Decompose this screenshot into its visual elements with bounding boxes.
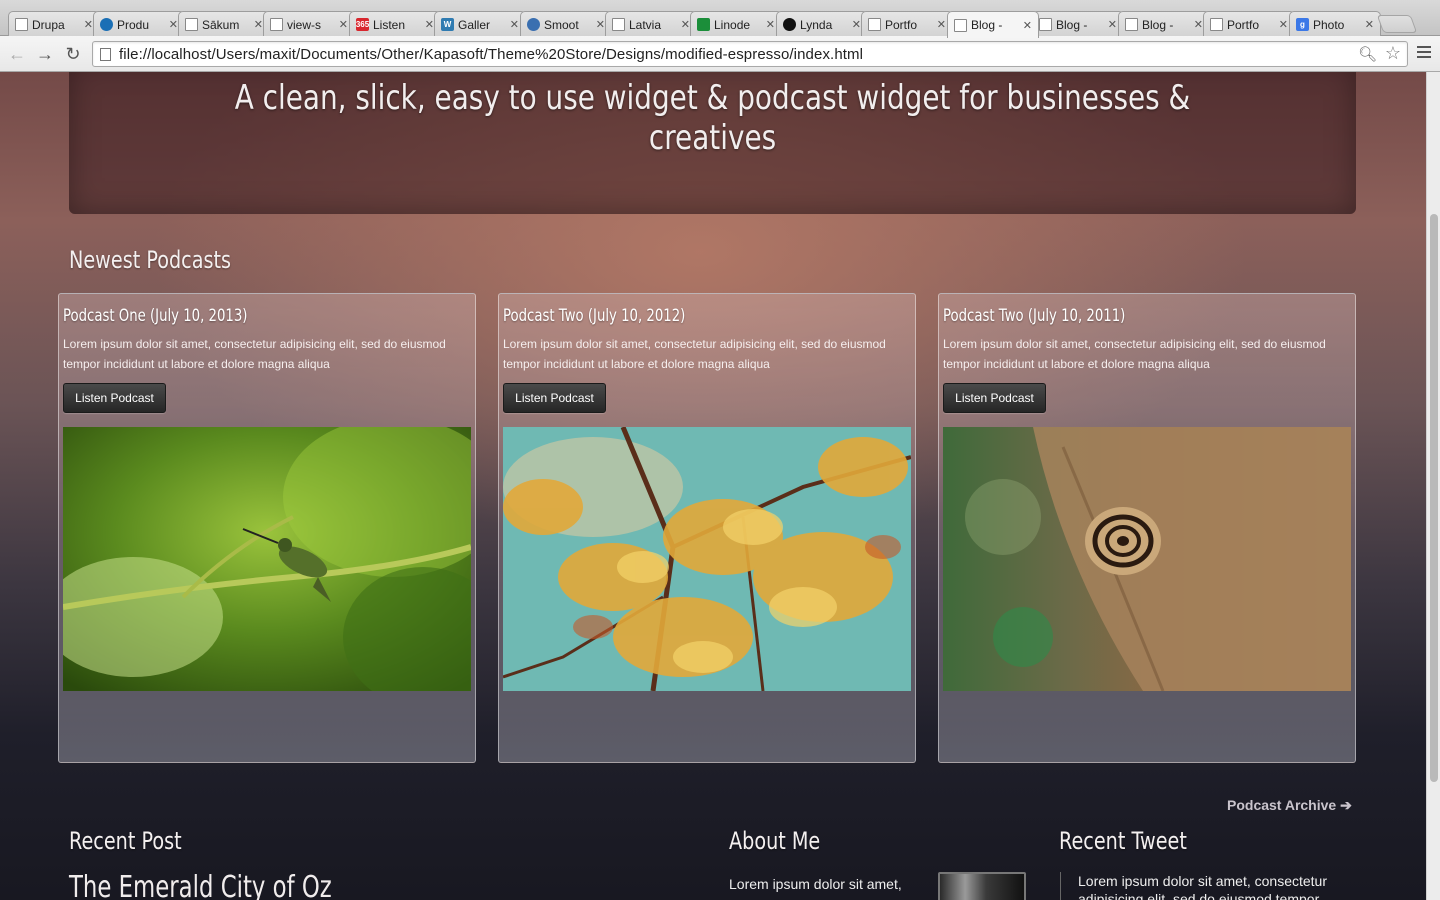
forward-icon[interactable]: → xyxy=(34,43,56,65)
about-text: Lorem ipsum dolor sit amet, xyxy=(729,876,902,892)
browser-tab[interactable]: Smoot ✕ xyxy=(520,11,612,37)
close-icon[interactable]: ✕ xyxy=(596,18,605,31)
page-icon xyxy=(270,18,283,31)
page-viewport: A clean, slick, easy to use widget & pod… xyxy=(0,72,1426,900)
browser-tab[interactable]: g Photo ✕ xyxy=(1289,11,1381,37)
podcast-card: Podcast Two (July 10, 2011) Lorem ipsum … xyxy=(938,293,1356,763)
close-icon[interactable]: ✕ xyxy=(510,18,519,31)
podcast-title: Podcast Two (July 10, 2012) xyxy=(503,306,686,326)
browser-tab-active[interactable]: Blog - ✕ xyxy=(947,11,1039,38)
lynda-icon xyxy=(783,18,796,31)
wordpress-icon: W xyxy=(441,18,454,31)
close-icon[interactable]: ✕ xyxy=(1365,18,1374,31)
browser-tab[interactable]: Blog - ✕ xyxy=(1118,11,1210,37)
browser-tab[interactable]: view-s ✕ xyxy=(263,11,355,37)
browser-tab[interactable]: Linode ✕ xyxy=(690,11,782,37)
tweet-heading: Recent Tweet xyxy=(1059,827,1187,855)
tweet-text: Lorem ipsum dolor sit amet, consectetur … xyxy=(1060,872,1350,900)
podcast-description: Lorem ipsum dolor sit amet, consectetur … xyxy=(943,337,1326,371)
page-scrollbar[interactable] xyxy=(1426,72,1440,900)
browser-tab[interactable]: Lynda ✕ xyxy=(776,11,868,37)
page-icon xyxy=(15,18,28,31)
browser-tab[interactable]: Portfo ✕ xyxy=(1203,11,1295,37)
close-icon[interactable]: ✕ xyxy=(1108,18,1117,31)
browser-tab[interactable]: Drupa ✕ xyxy=(8,11,100,37)
browser-tab[interactable]: W Galler ✕ xyxy=(434,11,526,37)
drupal-icon xyxy=(100,18,113,31)
close-icon[interactable]: ✕ xyxy=(1194,18,1203,31)
hero-banner: A clean, slick, easy to use widget & pod… xyxy=(69,72,1356,214)
back-icon[interactable]: ← xyxy=(6,43,28,65)
podcast-description: Lorem ipsum dolor sit amet, consectetur … xyxy=(63,337,446,371)
listen-podcast-button[interactable]: Listen Podcast xyxy=(503,383,606,413)
365-icon: 365 xyxy=(355,18,370,31)
hummingbird-photo xyxy=(63,427,471,691)
tab-strip: Drupa ✕ Produ ✕ Sākum ✕ view-s ✕ 365 Listen ✕ … xyxy=(0,0,1440,38)
page-icon xyxy=(1210,18,1223,31)
close-icon[interactable]: ✕ xyxy=(84,18,93,31)
podcast-description: Lorem ipsum dolor sit amet, consectetur … xyxy=(503,337,886,371)
reload-icon[interactable]: ↻ xyxy=(62,43,84,65)
new-tab-button[interactable] xyxy=(1376,15,1418,33)
listen-podcast-button[interactable]: Listen Podcast xyxy=(63,383,166,413)
page-icon xyxy=(1039,18,1052,31)
podcast-title: Podcast Two (July 10, 2011) xyxy=(943,306,1126,326)
close-icon[interactable]: ✕ xyxy=(681,18,690,31)
browser-tab[interactable]: Blog - ✕ xyxy=(1032,11,1124,37)
linode-icon xyxy=(697,18,710,31)
menu-icon[interactable] xyxy=(1417,45,1431,59)
page-icon xyxy=(1125,18,1138,31)
scrollbar-thumb[interactable] xyxy=(1430,214,1438,782)
about-heading: About Me xyxy=(729,827,821,855)
close-icon[interactable]: ✕ xyxy=(339,18,348,31)
recent-post-title[interactable]: The Emerald City of Oz xyxy=(69,870,332,900)
smooth-icon xyxy=(527,18,540,31)
podcasts-heading: Newest Podcasts xyxy=(69,246,232,274)
close-icon[interactable]: ✕ xyxy=(852,18,861,31)
page-icon xyxy=(612,18,625,31)
recent-post-heading: Recent Post xyxy=(69,827,182,855)
close-icon[interactable]: ✕ xyxy=(937,18,946,31)
bookmark-star-icon[interactable]: ☆ xyxy=(1385,43,1401,64)
url-text[interactable]: file://localhost/Users/maxit/Documents/O… xyxy=(119,46,863,63)
page-icon xyxy=(954,18,967,32)
browser-tab[interactable]: Sākum ✕ xyxy=(178,11,270,37)
podcast-archive-link[interactable]: Podcast Archive ➔ xyxy=(1227,797,1352,814)
podcast-card: Podcast Two (July 10, 2012) Lorem ipsum … xyxy=(498,293,916,763)
podcast-title: Podcast One (July 10, 2013) xyxy=(63,306,248,326)
browser-tab[interactable]: Produ ✕ xyxy=(93,11,185,37)
snail-photo xyxy=(943,427,1351,691)
listen-podcast-button[interactable]: Listen Podcast xyxy=(943,383,1046,413)
podcast-card: Podcast One (July 10, 2013) Lorem ipsum … xyxy=(58,293,476,763)
close-icon[interactable]: ✕ xyxy=(425,18,434,31)
address-bar[interactable]: file://localhost/Users/maxit/Documents/O… xyxy=(92,41,1408,67)
browser-tab[interactable]: 365 Listen ✕ xyxy=(349,11,441,37)
close-icon[interactable]: ✕ xyxy=(766,18,775,31)
page-icon xyxy=(100,48,111,61)
arrow-right-icon: ➔ xyxy=(1340,797,1352,813)
author-photo xyxy=(938,872,1026,900)
close-icon[interactable]: ✕ xyxy=(169,18,178,31)
google-icon: g xyxy=(1296,18,1309,31)
zoom-icon[interactable]: 🔍︎ xyxy=(1358,45,1377,63)
hero-title: A clean, slick, easy to use widget & pod… xyxy=(234,78,1191,158)
close-icon[interactable]: ✕ xyxy=(254,18,263,31)
close-icon[interactable]: ✕ xyxy=(1279,18,1288,31)
page-icon xyxy=(185,18,198,31)
browser-tab[interactable]: Latvia ✕ xyxy=(605,11,697,37)
page-icon xyxy=(868,18,881,31)
browser-tab[interactable]: Portfo ✕ xyxy=(861,11,953,37)
browser-toolbar: ← → ↻ file://localhost/Users/maxit/Docum… xyxy=(0,36,1440,72)
close-icon[interactable]: ✕ xyxy=(1023,19,1032,32)
autumn-branches-photo xyxy=(503,427,911,691)
